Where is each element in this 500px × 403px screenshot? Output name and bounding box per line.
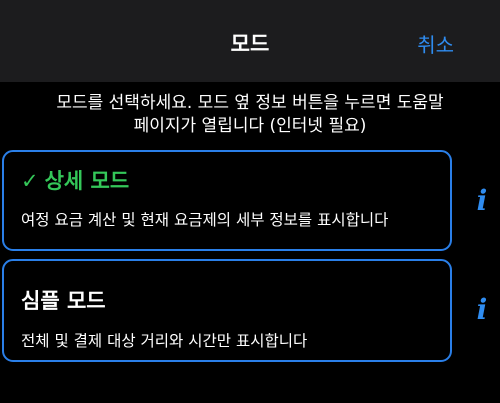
mode-description: 여정 요금 계산 및 현재 요금제의 세부 정보를 표시합니다: [21, 211, 389, 229]
mode-name: ✓ 상세 모드: [21, 165, 129, 195]
cancel-button[interactable]: 취소: [417, 29, 454, 58]
instructions-line-1: 모드를 선택하세요. 모드 옆 정보 버튼을 누르면 도움말: [56, 93, 444, 113]
navigation-bar: 모드 취소: [0, 0, 500, 82]
mode-option-simple[interactable]: 심플 모드 전체 및 결제 대상 거리와 시간만 표시합니다: [2, 259, 452, 362]
mode-name-label: 상세 모드: [44, 169, 130, 193]
info-icon[interactable]: i: [471, 295, 493, 325]
mode-name-label: 심플 모드: [21, 289, 106, 313]
checkmark-icon: ✓: [21, 169, 39, 193]
instructions-text: 모드를 선택하세요. 모드 옆 정보 버튼을 누르면 도움말 페이지가 열립니다…: [0, 92, 500, 138]
instructions-line-2: 페이지가 열립니다 (인터넷 필요): [133, 116, 367, 136]
mode-option-detailed[interactable]: ✓ 상세 모드 여정 요금 계산 및 현재 요금제의 세부 정보를 표시합니다: [2, 150, 452, 251]
info-icon[interactable]: i: [471, 186, 493, 216]
mode-description: 전체 및 결제 대상 거리와 시간만 표시합니다: [21, 332, 308, 350]
